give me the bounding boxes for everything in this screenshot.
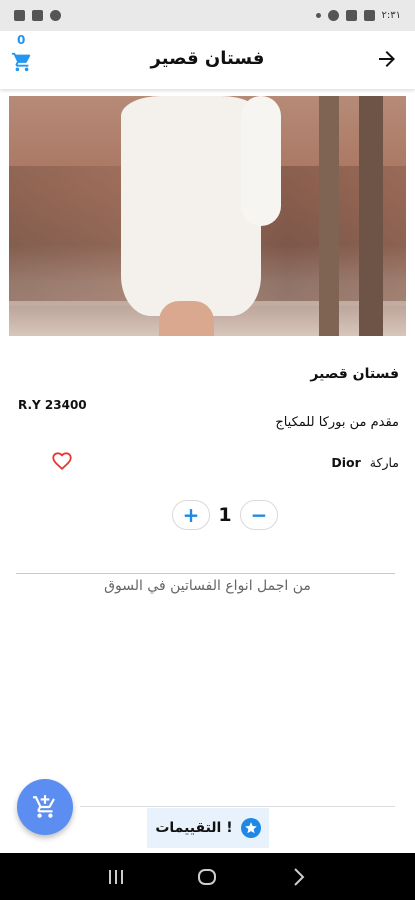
arrow-right-icon[interactable] — [375, 47, 399, 71]
status-icons-right: ٢:٣١ — [315, 10, 401, 21]
ratings-button[interactable]: التقييمات ! — [147, 808, 269, 848]
star-icon — [240, 818, 261, 838]
app-bar: 0 فستان قصير — [0, 31, 415, 89]
quantity-stepper: + 1 − — [172, 500, 278, 530]
increase-button[interactable]: + — [172, 500, 210, 530]
bottom-divider — [80, 806, 395, 807]
status-icons-left — [14, 10, 61, 21]
ratings-label: التقييمات ! — [155, 820, 233, 836]
gallery-icon — [345, 10, 357, 21]
recents-button[interactable] — [104, 865, 128, 889]
divider — [16, 573, 395, 574]
brand-value: Dior — [331, 455, 361, 470]
product-image — [9, 96, 406, 336]
notification-icon — [363, 10, 375, 21]
heart-outline-icon[interactable] — [50, 450, 74, 472]
signal-icon — [32, 10, 43, 21]
chevron-right-icon — [294, 867, 305, 886]
brand-label: ماركة — [369, 455, 399, 470]
page-title: فستان قصير — [150, 48, 265, 69]
whatsapp-icon — [327, 10, 339, 21]
add-to-cart-button[interactable] — [17, 779, 73, 835]
dot-icon — [315, 13, 321, 18]
system-nav-bar — [0, 853, 415, 900]
wifi-icon — [50, 10, 61, 21]
status-time: ٢:٣١ — [381, 10, 401, 21]
decrease-button[interactable]: − — [240, 500, 278, 530]
battery-icon — [14, 10, 25, 21]
recents-icon — [108, 869, 123, 884]
back-nav-button[interactable] — [287, 865, 311, 889]
quantity-value: 1 — [218, 504, 232, 526]
product-name: فستان قصير — [310, 366, 399, 382]
add-cart-icon — [33, 795, 55, 818]
home-button[interactable] — [195, 865, 219, 889]
product-description: من اجمل انواع الفساتين في السوق — [104, 578, 311, 594]
home-icon — [198, 868, 217, 885]
product-price: R.Y 23400 — [18, 398, 87, 412]
cart-count-badge: 0 — [17, 33, 26, 47]
brand-row: ماركة Dior — [331, 455, 399, 470]
product-vendor: مقدم من بوركا للمكياج — [275, 415, 399, 430]
status-bar: ٢:٣١ — [0, 0, 415, 31]
